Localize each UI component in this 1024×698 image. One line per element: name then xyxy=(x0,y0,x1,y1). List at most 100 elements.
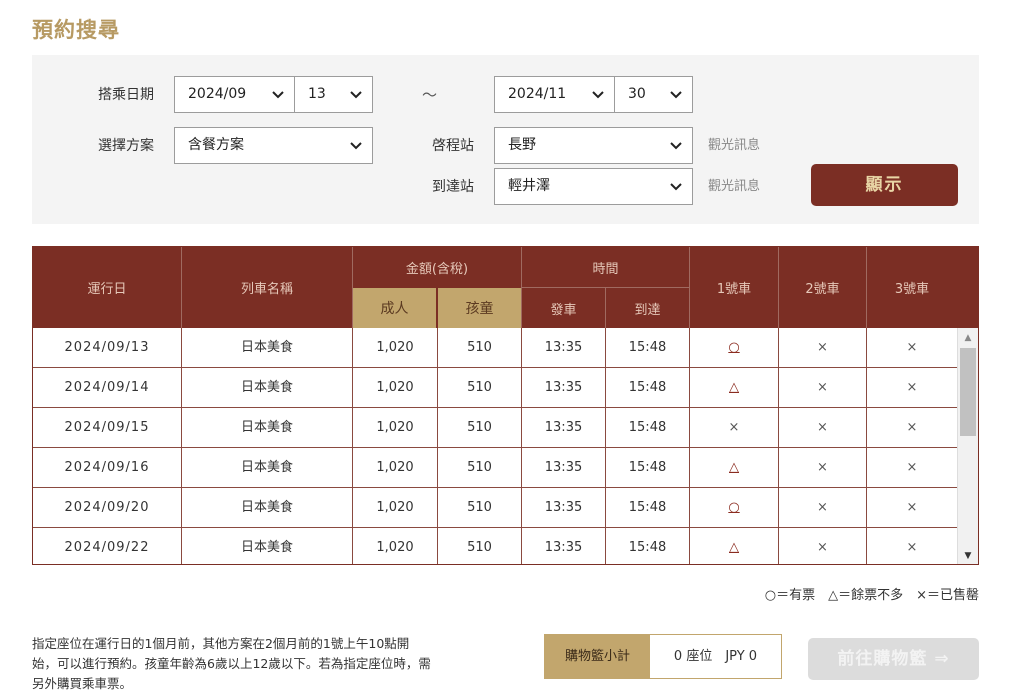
date-to-month-select[interactable]: 2024/11 xyxy=(494,76,615,113)
cell-depart: 13:35 xyxy=(544,540,583,555)
search-panel: 搭乘日期 2024/09 13 ～ 2024/11 30 選擇方案 含餐方案 啓… xyxy=(32,55,979,224)
cell-depart: 13:35 xyxy=(544,340,583,355)
cell-car1-sold-out: × xyxy=(728,420,740,435)
cell-adult: 1,020 xyxy=(376,540,414,555)
cell-adult: 1,020 xyxy=(376,340,414,355)
table-body: 2024/09/13 日本美食 1,020 510 13:35 15:48 ○ … xyxy=(33,328,957,564)
cell-train: 日本美食 xyxy=(240,420,293,435)
cell-car3: × xyxy=(906,420,918,435)
table-row: 2024/09/14 日本美食 1,020 510 13:35 15:48 △ … xyxy=(33,368,957,408)
show-button[interactable]: 顯示 xyxy=(811,164,958,206)
cell-car1-available[interactable]: ○ xyxy=(690,328,778,368)
go-to-cart-button[interactable]: 前往購物籃 ⇒ xyxy=(808,638,979,680)
cell-car3: × xyxy=(906,540,918,555)
scroll-up-arrow-icon[interactable]: ▲ xyxy=(958,328,978,346)
header-depart: 發車 xyxy=(550,302,577,318)
scrollbar-thumb[interactable] xyxy=(960,348,976,436)
cell-car2: × xyxy=(817,340,828,355)
cell-depart: 13:35 xyxy=(544,460,583,475)
cell-adult: 1,020 xyxy=(376,420,414,435)
cell-date: 2024/09/14 xyxy=(64,380,150,395)
depart-station-value: 長野 xyxy=(508,137,536,153)
cell-child: 510 xyxy=(467,380,492,395)
table-row: 2024/09/16 日本美食 1,020 510 13:35 15:48 △ … xyxy=(33,448,957,488)
cell-car1-available[interactable]: ○ xyxy=(690,488,778,528)
cell-depart: 13:35 xyxy=(544,380,583,395)
cell-car3: × xyxy=(906,340,918,355)
depart-station-label: 啓程站 xyxy=(432,138,474,154)
depart-sightseeing-link[interactable]: 觀光訊息 xyxy=(708,136,760,156)
chevron-down-icon xyxy=(592,77,604,112)
cell-depart: 13:35 xyxy=(544,420,583,435)
cell-date: 2024/09/16 xyxy=(64,460,150,475)
cell-child: 510 xyxy=(467,420,492,435)
table-row: 2024/09/15 日本美食 1,020 510 13:35 15:48 × … xyxy=(33,408,957,448)
plan-value: 含餐方案 xyxy=(188,137,244,153)
availability-legend: ○＝有票 △＝餘票不多 ×＝已售罄 xyxy=(764,588,979,603)
header-time: 時間 xyxy=(592,261,619,277)
cell-adult: 1,020 xyxy=(376,500,414,515)
cell-car3: × xyxy=(906,500,918,515)
cell-car1-few-left[interactable]: △ xyxy=(690,368,778,408)
table-header: 運行日 列車名稱 金額(含稅) 成人 孩童 時間 發車 到達 1號車 2號車 3… xyxy=(33,247,978,328)
date-range-separator: ～ xyxy=(422,86,438,104)
date-from-day-value: 13 xyxy=(308,86,326,102)
arrive-station-label: 到達站 xyxy=(432,179,474,195)
cell-date: 2024/09/15 xyxy=(64,420,150,435)
header-car1: 1號車 xyxy=(716,282,752,297)
cell-train: 日本美食 xyxy=(240,460,293,475)
header-adult: 成人 xyxy=(353,288,436,328)
cell-car2: × xyxy=(817,540,828,555)
cell-car2: × xyxy=(817,420,828,435)
plan-label: 選擇方案 xyxy=(98,138,154,154)
reservation-note: 指定座位在運行日的1個月前，其他方案在2個月前的1號上午10點開始，可以進行預約… xyxy=(32,636,431,691)
plan-select[interactable]: 含餐方案 xyxy=(174,127,373,164)
cell-arrive: 15:48 xyxy=(628,540,667,555)
cell-car1-few-left[interactable]: △ xyxy=(690,448,778,488)
cell-child: 510 xyxy=(467,460,492,475)
cell-adult: 1,020 xyxy=(376,460,414,475)
header-arrive: 到達 xyxy=(634,302,661,318)
depart-station-select[interactable]: 長野 xyxy=(494,127,693,164)
chevron-down-icon xyxy=(670,169,682,204)
table-row: 2024/09/13 日本美食 1,020 510 13:35 15:48 ○ … xyxy=(33,328,957,368)
cell-train: 日本美食 xyxy=(240,500,293,515)
header-price: 金額(含稅) xyxy=(405,261,469,277)
cell-car2: × xyxy=(817,380,828,395)
table-row: 2024/09/22 日本美食 1,020 510 13:35 15:48 △ … xyxy=(33,528,957,564)
chevron-down-icon xyxy=(670,77,682,112)
date-from-day-select[interactable]: 13 xyxy=(294,76,373,113)
header-date: 運行日 xyxy=(87,282,127,297)
header-train: 列車名稱 xyxy=(240,282,293,297)
cart-subtotal-value: 0 座位 JPY 0 xyxy=(673,649,758,664)
cell-train: 日本美食 xyxy=(240,540,293,555)
cell-depart: 13:35 xyxy=(544,500,583,515)
arrive-station-value: 輕井澤 xyxy=(508,178,550,194)
chevron-down-icon xyxy=(272,77,284,112)
cell-train: 日本美食 xyxy=(240,340,293,355)
cell-arrive: 15:48 xyxy=(628,380,667,395)
cell-arrive: 15:48 xyxy=(628,500,667,515)
date-to-month-value: 2024/11 xyxy=(508,86,567,102)
cell-car3: × xyxy=(906,460,918,475)
cell-car1-few-left[interactable]: △ xyxy=(690,528,778,564)
cell-child: 510 xyxy=(467,340,492,355)
cell-date: 2024/09/22 xyxy=(64,540,150,555)
date-to-day-value: 30 xyxy=(628,86,646,102)
cell-car2: × xyxy=(817,500,828,515)
cell-date: 2024/09/13 xyxy=(64,340,150,355)
header-child: 孩童 xyxy=(438,288,521,328)
date-to-day-select[interactable]: 30 xyxy=(614,76,693,113)
arrive-sightseeing-link[interactable]: 觀光訊息 xyxy=(708,177,760,197)
cell-train: 日本美食 xyxy=(240,380,293,395)
date-from-month-select[interactable]: 2024/09 xyxy=(174,76,295,113)
cell-adult: 1,020 xyxy=(376,380,414,395)
cart-subtotal: 購物籃小計 0 座位 JPY 0 xyxy=(544,634,782,679)
date-from-month-value: 2024/09 xyxy=(188,86,247,102)
table-scrollbar[interactable]: ▲ ▼ xyxy=(957,328,978,564)
chevron-down-icon xyxy=(350,77,362,112)
scroll-down-arrow-icon[interactable]: ▼ xyxy=(958,547,978,564)
availability-table: 運行日 列車名稱 金額(含稅) 成人 孩童 時間 發車 到達 1號車 2號車 3… xyxy=(32,246,979,565)
cell-child: 510 xyxy=(467,500,492,515)
arrive-station-select[interactable]: 輕井澤 xyxy=(494,168,693,205)
